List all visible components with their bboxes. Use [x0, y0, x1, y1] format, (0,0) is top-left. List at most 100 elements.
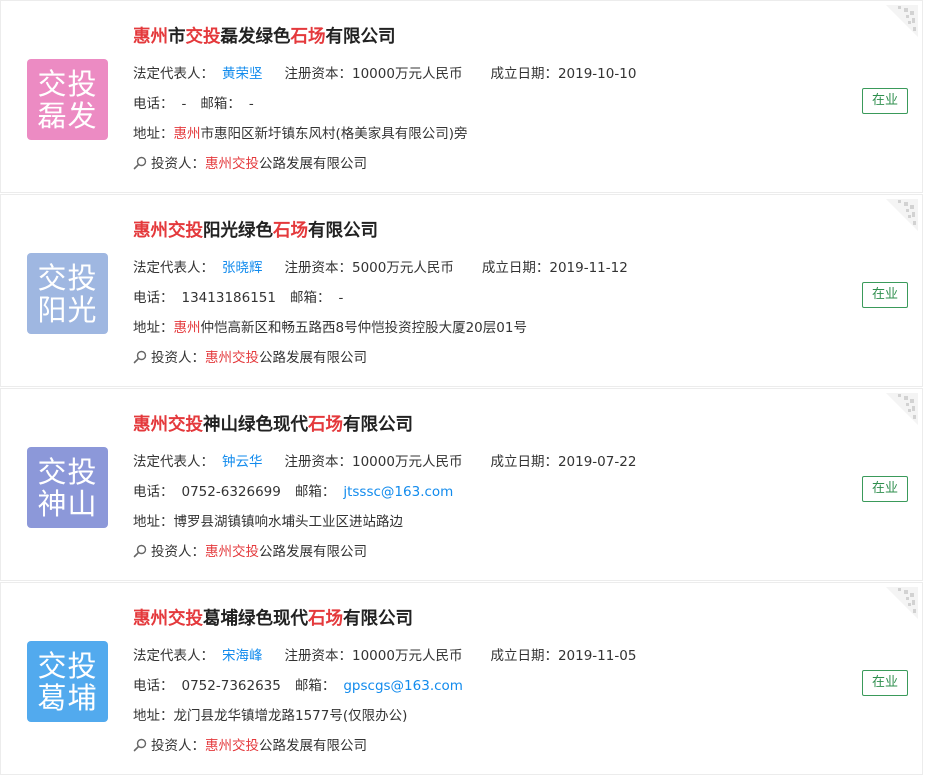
address-text: 市惠阳区新圩镇东风村(格美家具有限公司)旁 [200, 126, 468, 142]
email-value: - [338, 290, 344, 306]
address-highlight: 惠州 [173, 320, 201, 336]
address-label: 地址： [133, 514, 174, 530]
qr-code-icon[interactable] [886, 393, 918, 425]
capital-label: 注册资本： [284, 648, 353, 664]
company-name-highlight: 石场 [273, 221, 308, 241]
investor-label: 投资人： [151, 544, 205, 560]
founded-label: 成立日期： [490, 648, 558, 664]
founded-label: 成立日期： [490, 66, 558, 82]
company-name-text: 有限公司 [343, 609, 413, 629]
email-label: 邮箱： [294, 678, 336, 694]
company-name-link[interactable]: 惠州交投阳光绿色石场有限公司 [133, 217, 378, 242]
address-label: 地址： [133, 126, 174, 142]
logo-text: 交投 [37, 66, 98, 101]
qr-code-icon[interactable] [886, 199, 918, 231]
legal-rep-link[interactable]: 宋海峰 [222, 648, 263, 664]
investor-label: 投资人： [151, 350, 205, 366]
company-name-highlight: 惠州交投 [133, 415, 203, 435]
phone-label: 电话： [133, 678, 174, 694]
company-name-text: 磊发绿色 [220, 27, 291, 47]
investor-link[interactable]: 惠州交投公路发展有限公司 [205, 544, 367, 560]
company-name-text: 葛埔绿色现代 [203, 609, 308, 629]
search-icon [133, 738, 147, 752]
email-label: 邮箱： [200, 96, 241, 112]
qr-code-icon[interactable] [886, 5, 918, 37]
founded-value: 2019-11-12 [549, 260, 628, 276]
email-link[interactable]: gpscgs@163.com [343, 678, 463, 694]
legal-rep-link[interactable]: 张晓辉 [222, 260, 263, 276]
info-row-investor: 投资人：惠州交投公路发展有限公司 [133, 734, 367, 754]
info-row-address: 地址：惠州市惠阳区新圩镇东风村(格美家具有限公司)旁 [133, 122, 468, 142]
investor-text: 公路发展有限公司 [259, 350, 367, 366]
logo-text: 磊发 [37, 98, 98, 133]
logo-text: 阳光 [37, 292, 98, 327]
capital-value: 10000万元人民币 [352, 648, 463, 664]
capital-value: 5000万元人民币 [352, 260, 454, 276]
investor-text: 公路发展有限公司 [259, 156, 367, 172]
investor-highlight: 惠州交投 [205, 156, 259, 172]
email-value: - [248, 96, 254, 112]
company-name-highlight: 惠州 [133, 27, 168, 47]
company-list: 交投 磊发 惠州市交投磊发绿色石场有限公司 法定代表人： 黄荣坚 注册资本：10000万元… [0, 0, 925, 775]
phone-value: 0752-7362635 [181, 678, 281, 694]
legal-rep-label: 法定代表人： [133, 260, 214, 276]
capital-label: 注册资本： [284, 454, 353, 470]
company-logo[interactable]: 交投 磊发 [27, 59, 108, 140]
company-name-highlight: 石场 [308, 415, 343, 435]
phone-value: 0752-6326699 [181, 484, 281, 500]
investor-highlight: 惠州交投 [205, 350, 259, 366]
phone-value: - [181, 96, 187, 112]
investor-label: 投资人： [151, 738, 205, 754]
company-name-highlight: 石场 [290, 27, 326, 47]
company-logo[interactable]: 交投 阳光 [27, 253, 108, 334]
company-name-text: 有限公司 [325, 27, 396, 47]
info-row-investor: 投资人：惠州交投公路发展有限公司 [133, 152, 367, 172]
info-row-registration: 法定代表人： 钟云华 注册资本：10000万元人民币 成立日期：2019-07-22 [133, 450, 636, 470]
phone-value: 13413186151 [181, 290, 276, 306]
company-name-highlight: 惠州交投 [133, 609, 203, 629]
address-text: 仲恺高新区和畅五路西8号仲恺投资控股大厦20层01号 [200, 320, 527, 336]
logo-text: 交投 [37, 648, 98, 683]
info-row-address: 地址：惠州仲恺高新区和畅五路西8号仲恺投资控股大厦20层01号 [133, 316, 527, 336]
legal-rep-label: 法定代表人： [133, 454, 214, 470]
address-text: 博罗县湖镇镇响水埔头工业区进站路边 [173, 514, 404, 530]
company-name-link[interactable]: 惠州交投葛埔绿色现代石场有限公司 [133, 605, 413, 630]
founded-label: 成立日期： [490, 454, 558, 470]
phone-label: 电话： [133, 290, 174, 306]
company-card[interactable]: 交投 阳光 惠州交投阳光绿色石场有限公司 法定代表人： 张晓辉 注册资本：5000万元人民… [0, 194, 923, 387]
email-link[interactable]: jtsssc@163.com [343, 484, 453, 500]
investor-link[interactable]: 惠州交投公路发展有限公司 [205, 350, 367, 366]
investor-link[interactable]: 惠州交投公路发展有限公司 [205, 738, 367, 754]
address-label: 地址： [133, 320, 174, 336]
info-row-address: 地址：龙门县龙华镇增龙路1577号(仅限办公) [133, 704, 407, 724]
company-name-highlight: 惠州交投 [133, 221, 203, 241]
capital-value: 10000万元人民币 [352, 66, 463, 82]
legal-rep-link[interactable]: 钟云华 [222, 454, 263, 470]
search-icon [133, 156, 147, 170]
investor-link[interactable]: 惠州交投公路发展有限公司 [205, 156, 367, 172]
company-name-link[interactable]: 惠州交投神山绿色现代石场有限公司 [133, 411, 413, 436]
info-row-contact: 电话： 13413186151 邮箱： - [133, 286, 343, 306]
logo-text: 交投 [37, 454, 98, 489]
company-logo[interactable]: 交投 葛埔 [27, 641, 108, 722]
capital-label: 注册资本： [284, 66, 353, 82]
company-card[interactable]: 交投 磊发 惠州市交投磊发绿色石场有限公司 法定代表人： 黄荣坚 注册资本：10000万元… [0, 0, 923, 193]
qr-code-icon[interactable] [886, 587, 918, 619]
company-logo[interactable]: 交投 神山 [27, 447, 108, 528]
company-card[interactable]: 交投 葛埔 惠州交投葛埔绿色现代石场有限公司 法定代表人： 宋海峰 注册资本：10000万… [0, 582, 923, 775]
company-name-text: 有限公司 [308, 221, 378, 241]
email-label: 邮箱： [289, 290, 331, 306]
legal-rep-link[interactable]: 黄荣坚 [222, 66, 263, 82]
company-card[interactable]: 交投 神山 惠州交投神山绿色现代石场有限公司 法定代表人： 钟云华 注册资本：10000万… [0, 388, 923, 581]
info-row-contact: 电话： - 邮箱： - [133, 92, 254, 112]
company-name-highlight: 交投 [185, 27, 221, 47]
logo-text: 葛埔 [37, 680, 98, 715]
info-row-contact: 电话： 0752-6326699 邮箱： jtsssc@163.com [133, 480, 453, 500]
search-icon [133, 350, 147, 364]
email-label: 邮箱： [294, 484, 336, 500]
company-name-link[interactable]: 惠州市交投磊发绿色石场有限公司 [133, 23, 396, 48]
investor-label: 投资人： [151, 156, 205, 172]
founded-value: 2019-11-05 [557, 648, 637, 664]
status-badge: 在业 [862, 88, 908, 114]
info-row-registration: 法定代表人： 黄荣坚 注册资本：10000万元人民币 成立日期：2019-10-10 [133, 62, 636, 82]
